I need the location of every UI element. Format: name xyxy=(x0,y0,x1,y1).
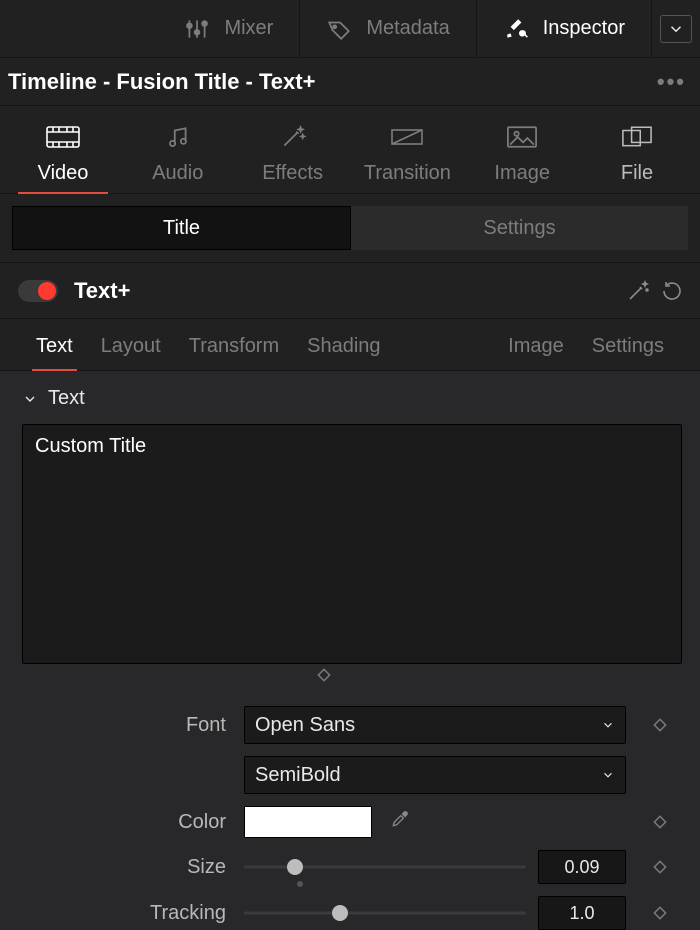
subtab-text[interactable]: Text xyxy=(22,335,87,370)
subtab-shading-label: Shading xyxy=(307,335,380,357)
magic-wand-button[interactable] xyxy=(626,279,650,303)
breadcrumb: Timeline - Fusion Title - Text+ ••• xyxy=(0,58,700,106)
slider-default-tick xyxy=(297,881,303,887)
slider-track xyxy=(244,912,526,915)
tab-transition-label: Transition xyxy=(364,162,451,185)
parameters-panel: Text Font Open Sans SemiBold Color xyxy=(0,371,700,930)
more-menu-button[interactable]: ••• xyxy=(657,69,686,95)
diamond-icon xyxy=(653,815,667,829)
font-family-value: Open Sans xyxy=(255,714,355,737)
tracking-input[interactable] xyxy=(538,896,626,930)
font-family-select[interactable]: Open Sans xyxy=(244,706,626,744)
tab-audio[interactable]: Audio xyxy=(133,124,223,193)
diamond-icon xyxy=(653,718,667,732)
chevron-down-icon xyxy=(601,768,615,782)
tab-image-label: Image xyxy=(494,162,550,185)
keyframe-styled-text[interactable] xyxy=(22,664,626,682)
subtab-text-label: Text xyxy=(36,335,73,357)
font-weight-select[interactable]: SemiBold xyxy=(244,756,626,794)
effect-enable-toggle[interactable] xyxy=(18,280,58,302)
slider-thumb[interactable] xyxy=(287,859,303,875)
toggle-knob xyxy=(38,282,56,300)
section-text-label: Text xyxy=(48,387,85,410)
color-label: Color xyxy=(22,811,232,834)
subtab-settings-label: Settings xyxy=(592,335,664,357)
sub-tabs: Text Layout Transform Shading Image Sett… xyxy=(0,319,700,371)
tab-file[interactable]: File xyxy=(592,124,682,193)
segment-settings[interactable]: Settings xyxy=(351,206,688,250)
font-weight-value: SemiBold xyxy=(255,764,341,787)
chevron-down-icon xyxy=(601,718,615,732)
segment-title[interactable]: Title xyxy=(12,206,351,250)
diamond-icon xyxy=(653,906,667,920)
subtab-settings[interactable]: Settings xyxy=(578,335,678,370)
segment-title-label: Title xyxy=(163,217,200,240)
tab-inspector[interactable]: Inspector xyxy=(477,0,652,57)
tag-icon xyxy=(326,16,352,42)
slider-thumb[interactable] xyxy=(332,905,348,921)
diamond-icon xyxy=(317,668,331,682)
keyframe-size[interactable] xyxy=(638,860,682,874)
panel-tabs: Mixer Metadata Inspector xyxy=(0,0,700,58)
styled-text-input[interactable] xyxy=(22,424,682,664)
effect-name: Text+ xyxy=(74,278,130,304)
tab-transition[interactable]: Transition xyxy=(362,124,452,193)
subtab-image-label: Image xyxy=(508,335,564,357)
size-slider[interactable] xyxy=(244,855,526,879)
wand-icon xyxy=(276,124,310,150)
tab-effects-label: Effects xyxy=(262,162,323,185)
subtab-layout-label: Layout xyxy=(101,335,161,357)
tools-icon xyxy=(503,16,529,42)
file-icon xyxy=(620,124,654,150)
panel-menu-dropdown[interactable] xyxy=(652,0,700,57)
keyframe-color[interactable] xyxy=(638,815,682,829)
magic-wand-icon xyxy=(626,279,650,303)
section-text-header[interactable]: Text xyxy=(22,387,682,410)
segment-settings-label: Settings xyxy=(483,217,555,240)
tab-mixer[interactable]: Mixer xyxy=(158,0,300,57)
segment-title-settings: Title Settings xyxy=(0,194,700,263)
eyedropper-icon xyxy=(390,809,410,829)
tab-video[interactable]: Video xyxy=(18,124,108,193)
tab-audio-label: Audio xyxy=(152,162,203,185)
tracking-slider[interactable] xyxy=(244,901,526,925)
chevron-down-icon xyxy=(22,391,38,407)
subtab-shading[interactable]: Shading xyxy=(293,335,394,370)
tab-mixer-label: Mixer xyxy=(224,17,273,40)
subtab-transform-label: Transform xyxy=(189,335,279,357)
keyframe-tracking[interactable] xyxy=(638,906,682,920)
size-label: Size xyxy=(22,856,232,879)
eyedropper-button[interactable] xyxy=(390,809,410,835)
color-swatch[interactable] xyxy=(244,806,372,838)
subtab-image[interactable]: Image xyxy=(494,335,578,370)
reset-icon xyxy=(660,279,684,303)
tab-image[interactable]: Image xyxy=(477,124,567,193)
transition-icon xyxy=(390,124,424,150)
tracking-label: Tracking xyxy=(22,902,232,925)
size-input[interactable] xyxy=(538,850,626,884)
chevron-down-icon xyxy=(667,20,685,38)
page-title: Timeline - Fusion Title - Text+ xyxy=(8,69,315,95)
tab-file-label: File xyxy=(621,162,653,185)
tab-inspector-label: Inspector xyxy=(543,17,625,40)
subtab-layout[interactable]: Layout xyxy=(87,335,175,370)
tab-metadata-label: Metadata xyxy=(366,17,449,40)
tab-video-label: Video xyxy=(38,162,89,185)
tab-effects[interactable]: Effects xyxy=(248,124,338,193)
category-tabs: Video Audio Effects Transition Image Fil… xyxy=(0,106,700,194)
video-icon xyxy=(46,124,80,150)
music-icon xyxy=(161,124,195,150)
diamond-icon xyxy=(653,860,667,874)
subtab-transform[interactable]: Transform xyxy=(175,335,293,370)
reset-button[interactable] xyxy=(660,279,684,303)
effect-header: Text+ xyxy=(0,263,700,319)
image-icon xyxy=(505,124,539,150)
font-label: Font xyxy=(22,714,232,737)
mixer-icon xyxy=(184,16,210,42)
tab-metadata[interactable]: Metadata xyxy=(300,0,476,57)
keyframe-font[interactable] xyxy=(638,718,682,732)
